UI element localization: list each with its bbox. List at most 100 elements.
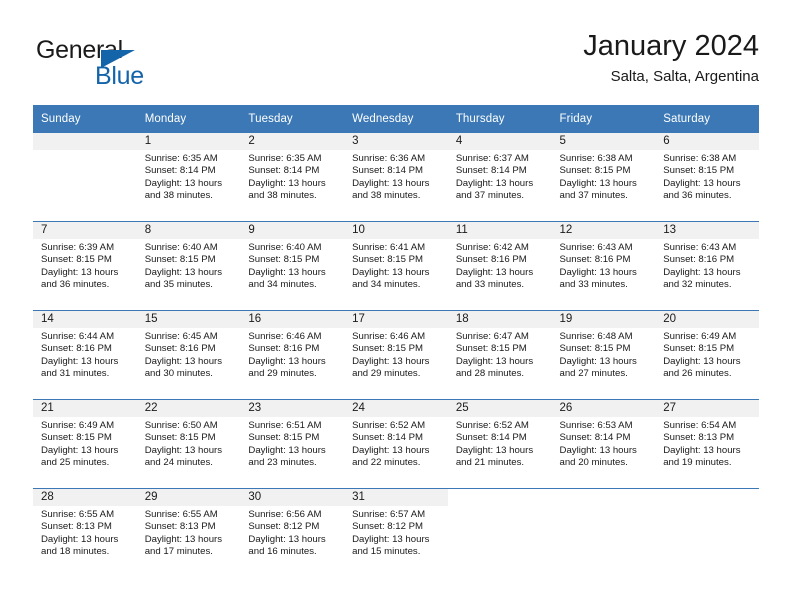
title-block: January 2024 Salta, Salta, Argentina: [583, 28, 759, 88]
daylight-text-line1: Daylight: 13 hours: [144, 444, 223, 456]
day-cell-inner: 27 Sunrise: 6:54 AM Sunset: 8:13 PM Dayligh…: [655, 400, 759, 488]
daylight-text-line2: and 15 minutes.: [352, 546, 421, 558]
calendar-day-cell[interactable]: 17 Sunrise: 6:46 AM Sunset: 8:15 PM Dayligh…: [344, 310, 448, 400]
daylight-text-line1: Daylight: 13 hours: [144, 266, 223, 278]
sunrise-text: Sunrise: 6:49 AM: [663, 331, 737, 342]
calendar-day-cell[interactable]: 16 Sunrise: 6:46 AM Sunset: 8:16 PM Dayligh…: [240, 310, 345, 400]
calendar-day-cell[interactable]: 12 Sunrise: 6:43 AM Sunset: 8:16 PM Dayligh…: [551, 221, 656, 311]
calendar-empty-cell: [447, 488, 552, 577]
day-details: Sunrise: 6:35 AM Sunset: 8:14 PM Daylight:…: [240, 150, 344, 203]
day-cell-inner: [655, 489, 759, 577]
daylight-text-line1: Daylight: 13 hours: [248, 266, 326, 278]
calendar-day-cell[interactable]: 27 Sunrise: 6:54 AM Sunset: 8:13 PM Dayligh…: [655, 399, 759, 489]
day-number: 20: [655, 311, 759, 328]
day-details: Sunrise: 6:49 AM Sunset: 8:15 PM Daylight:…: [655, 328, 759, 381]
sunrise-text: Sunrise: 6:43 AM: [559, 242, 633, 253]
sunrise-text: Sunrise: 6:51 AM: [248, 420, 322, 431]
calendar-day-cell[interactable]: 14 Sunrise: 6:44 AM Sunset: 8:16 PM Dayligh…: [33, 310, 137, 400]
daylight-text-line1: Daylight: 13 hours: [663, 444, 741, 456]
calendar-empty-cell: [33, 133, 137, 222]
calendar-day-cell[interactable]: 18 Sunrise: 6:47 AM Sunset: 8:15 PM Dayligh…: [447, 310, 552, 400]
general-blue-logo[interactable]: General Blue: [33, 36, 253, 92]
calendar-day-cell[interactable]: 3 Sunrise: 6:36 AM Sunset: 8:14 PM Daylight…: [344, 133, 448, 222]
calendar-day-cell[interactable]: 2 Sunrise: 6:35 AM Sunset: 8:14 PM Daylight…: [240, 133, 345, 222]
calendar-day-cell[interactable]: 6 Sunrise: 6:38 AM Sunset: 8:15 PM Daylight…: [655, 133, 759, 222]
day-cell-inner: 5 Sunrise: 6:38 AM Sunset: 8:15 PM Daylight…: [551, 133, 656, 221]
day-cell-inner: 30 Sunrise: 6:56 AM Sunset: 8:12 PM Dayligh…: [240, 489, 345, 577]
sunset-text: Sunset: 8:15 PM: [41, 254, 112, 266]
sunset-text: Sunset: 8:15 PM: [455, 343, 527, 355]
day-number: 1: [136, 133, 241, 150]
day-number: 6: [655, 133, 759, 150]
calendar-day-cell[interactable]: 31 Sunrise: 6:57 AM Sunset: 8:12 PM Dayligh…: [344, 488, 448, 577]
calendar-day-cell[interactable]: 26 Sunrise: 6:53 AM Sunset: 8:14 PM Dayligh…: [551, 399, 656, 489]
calendar-day-cell[interactable]: 21 Sunrise: 6:49 AM Sunset: 8:15 PM Dayligh…: [33, 399, 137, 489]
daylight-text-line1: Daylight: 13 hours: [41, 266, 119, 278]
sunrise-text: Sunrise: 6:49 AM: [41, 420, 115, 431]
daylight-text-line2: and 38 minutes.: [352, 190, 421, 202]
day-cell-inner: 7 Sunrise: 6:39 AM Sunset: 8:15 PM Daylight…: [33, 222, 137, 310]
daylight-text-line2: and 38 minutes.: [248, 190, 317, 202]
calendar-day-cell[interactable]: 10 Sunrise: 6:41 AM Sunset: 8:15 PM Dayligh…: [344, 221, 448, 311]
daylight-text-line2: and 23 minutes.: [248, 457, 317, 469]
daylight-text-line1: Daylight: 13 hours: [144, 355, 223, 367]
calendar-grid: Sunday Monday Tuesday Wednesday Thursday…: [33, 105, 759, 577]
sunrise-text: Sunrise: 6:40 AM: [248, 242, 322, 253]
day-number: [447, 489, 552, 506]
calendar-day-cell[interactable]: 8 Sunrise: 6:40 AM Sunset: 8:15 PM Daylight…: [136, 221, 241, 311]
calendar-empty-cell: [551, 488, 656, 577]
daylight-text-line2: and 30 minutes.: [144, 368, 213, 380]
calendar-day-cell[interactable]: 25 Sunrise: 6:52 AM Sunset: 8:14 PM Dayligh…: [447, 399, 552, 489]
sunrise-text: Sunrise: 6:55 AM: [144, 509, 218, 520]
day-cell-inner: 25 Sunrise: 6:52 AM Sunset: 8:14 PM Dayligh…: [447, 400, 552, 488]
calendar-day-cell[interactable]: 29 Sunrise: 6:55 AM Sunset: 8:13 PM Dayligh…: [136, 488, 241, 577]
sunrise-text: Sunrise: 6:40 AM: [144, 242, 218, 253]
calendar-day-cell[interactable]: 19 Sunrise: 6:48 AM Sunset: 8:15 PM Dayligh…: [551, 310, 656, 400]
daylight-text-line2: and 28 minutes.: [455, 368, 525, 380]
calendar-day-cell[interactable]: 23 Sunrise: 6:51 AM Sunset: 8:15 PM Dayligh…: [240, 399, 345, 489]
day-number: 16: [240, 311, 345, 328]
daylight-text-line1: Daylight: 13 hours: [144, 177, 223, 189]
day-cell-inner: 26 Sunrise: 6:53 AM Sunset: 8:14 PM Dayligh…: [551, 400, 656, 488]
sunset-text: Sunset: 8:15 PM: [41, 432, 112, 444]
day-number: 25: [447, 400, 552, 417]
daylight-text-line2: and 24 minutes.: [144, 457, 213, 469]
sunrise-text: Sunrise: 6:43 AM: [663, 242, 737, 253]
day-details: Sunrise: 6:40 AM Sunset: 8:15 PM Daylight:…: [240, 239, 344, 292]
calendar-header-row: Sunday Monday Tuesday Wednesday Thursday…: [33, 105, 759, 133]
daylight-text-line2: and 33 minutes.: [559, 279, 628, 291]
day-number: 2: [240, 133, 345, 150]
daylight-text-line1: Daylight: 13 hours: [248, 177, 326, 189]
sunset-text: Sunset: 8:14 PM: [352, 165, 424, 177]
day-cell-inner: 12 Sunrise: 6:43 AM Sunset: 8:16 PM Dayligh…: [551, 222, 656, 310]
day-number: 30: [240, 489, 345, 506]
daylight-text-line1: Daylight: 13 hours: [559, 266, 637, 278]
calendar-day-cell[interactable]: 4 Sunrise: 6:37 AM Sunset: 8:14 PM Daylight…: [447, 133, 552, 222]
daylight-text-line1: Daylight: 13 hours: [559, 444, 637, 456]
day-cell-inner: 17 Sunrise: 6:46 AM Sunset: 8:15 PM Dayligh…: [344, 311, 448, 399]
calendar-day-cell[interactable]: 13 Sunrise: 6:43 AM Sunset: 8:16 PM Dayligh…: [655, 221, 759, 311]
calendar-day-cell[interactable]: 22 Sunrise: 6:50 AM Sunset: 8:15 PM Dayligh…: [136, 399, 241, 489]
calendar-day-cell[interactable]: 20 Sunrise: 6:49 AM Sunset: 8:15 PM Dayligh…: [655, 310, 759, 400]
calendar-day-cell[interactable]: 24 Sunrise: 6:52 AM Sunset: 8:14 PM Dayligh…: [344, 399, 448, 489]
calendar-day-cell[interactable]: 5 Sunrise: 6:38 AM Sunset: 8:15 PM Daylight…: [551, 133, 656, 222]
daylight-text-line1: Daylight: 13 hours: [352, 177, 430, 189]
sunset-text: Sunset: 8:16 PM: [248, 343, 320, 355]
daylight-text-line1: Daylight: 13 hours: [663, 355, 741, 367]
day-number: 24: [344, 400, 448, 417]
calendar-day-cell[interactable]: 7 Sunrise: 6:39 AM Sunset: 8:15 PM Daylight…: [33, 221, 137, 311]
calendar-day-cell[interactable]: 28 Sunrise: 6:55 AM Sunset: 8:13 PM Dayligh…: [33, 488, 137, 577]
calendar-day-cell[interactable]: 1 Sunrise: 6:35 AM Sunset: 8:14 PM Daylight…: [136, 133, 241, 222]
calendar-day-cell[interactable]: 9 Sunrise: 6:40 AM Sunset: 8:15 PM Daylight…: [240, 221, 345, 311]
day-cell-inner: 15 Sunrise: 6:45 AM Sunset: 8:16 PM Dayligh…: [136, 311, 241, 399]
day-details: Sunrise: 6:42 AM Sunset: 8:16 PM Daylight:…: [448, 239, 552, 292]
day-number: 14: [33, 311, 137, 328]
calendar-day-cell[interactable]: 30 Sunrise: 6:56 AM Sunset: 8:12 PM Dayligh…: [240, 488, 345, 577]
calendar-day-cell[interactable]: 15 Sunrise: 6:45 AM Sunset: 8:16 PM Dayligh…: [136, 310, 241, 400]
day-cell-inner: 10 Sunrise: 6:41 AM Sunset: 8:15 PM Dayligh…: [344, 222, 448, 310]
sunset-text: Sunset: 8:16 PM: [455, 254, 527, 266]
sunrise-text: Sunrise: 6:53 AM: [559, 420, 633, 431]
sunset-text: Sunset: 8:14 PM: [248, 165, 320, 177]
day-number: 22: [136, 400, 241, 417]
calendar-day-cell[interactable]: 11 Sunrise: 6:42 AM Sunset: 8:16 PM Dayligh…: [447, 221, 552, 311]
